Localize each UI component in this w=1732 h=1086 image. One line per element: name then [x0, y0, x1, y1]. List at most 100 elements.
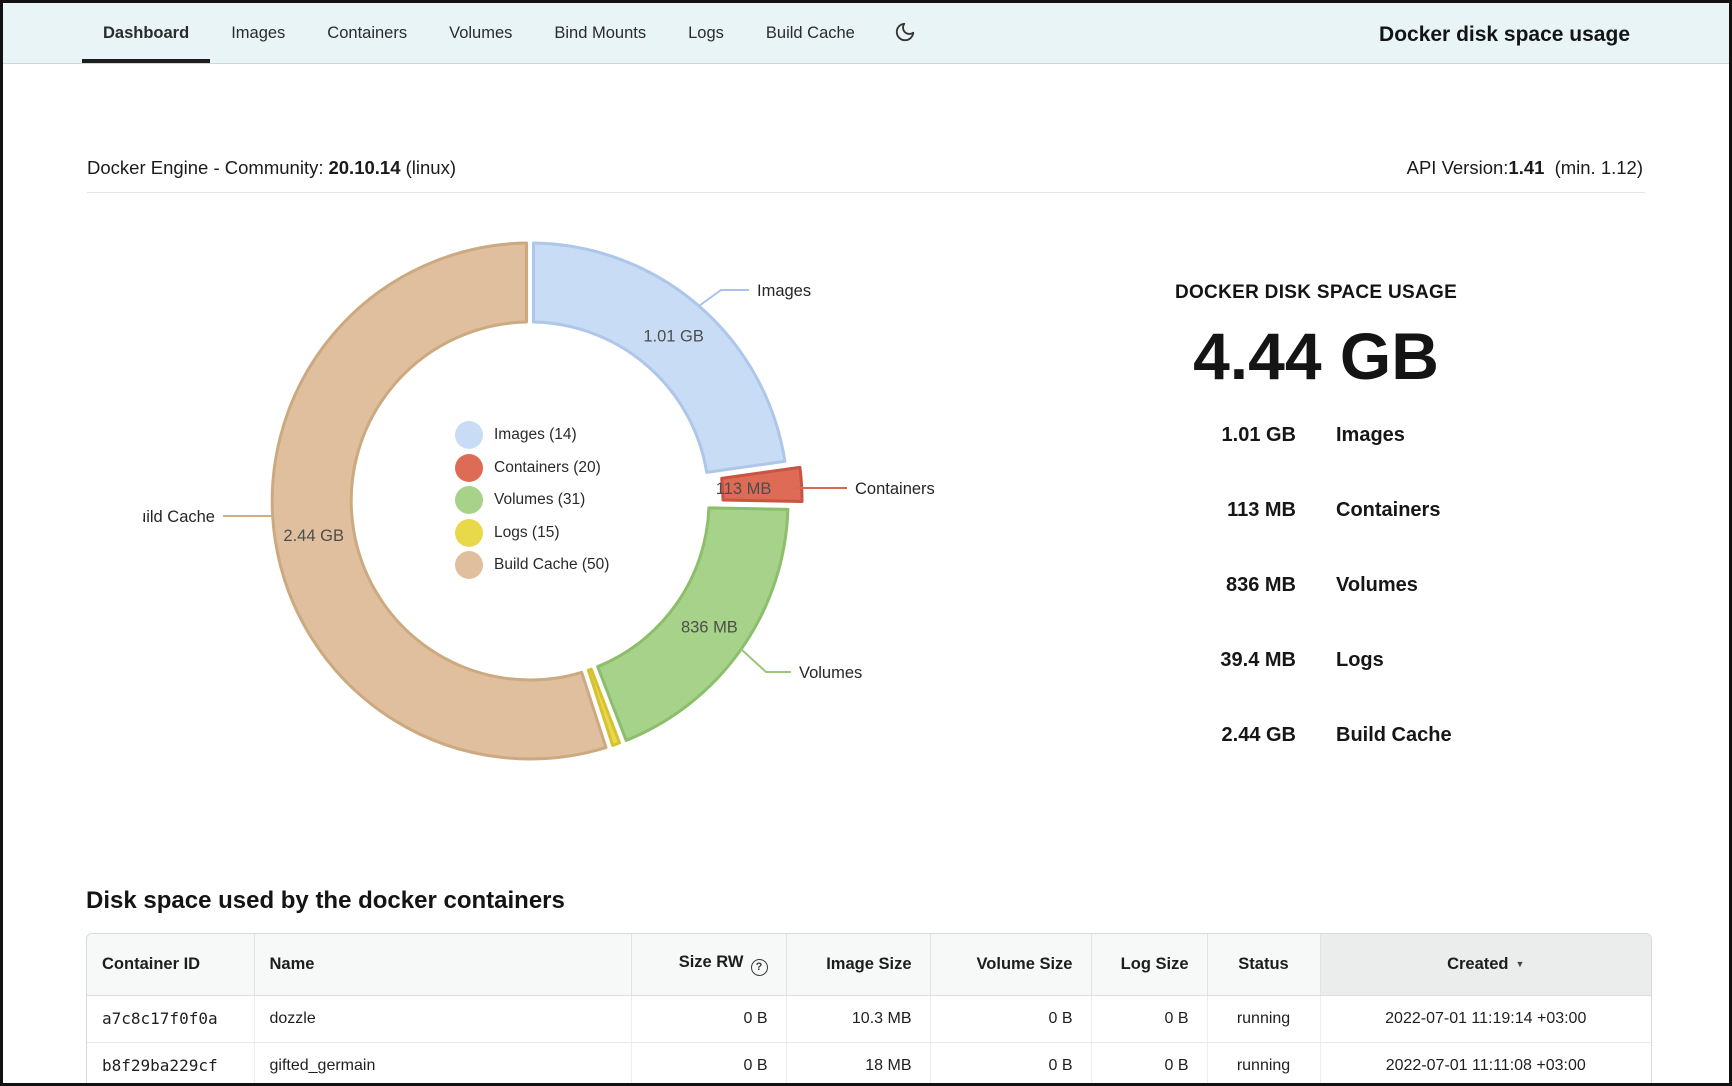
- theme-toggle-button[interactable]: [894, 3, 916, 63]
- slice-size-label-volumes: 836 MB: [681, 618, 738, 636]
- column-header-log-size[interactable]: Log Size: [1091, 934, 1207, 995]
- column-header-label: Size RW: [679, 953, 744, 971]
- slice-size-label-build-cache: 2.44 GB: [283, 527, 344, 545]
- callout-line-images: [699, 290, 749, 306]
- legend-label: Containers (20): [494, 459, 601, 477]
- callout-label-volumes: Volumes: [799, 664, 862, 682]
- api-min: (min. 1.12): [1555, 157, 1643, 178]
- summary-label: Images: [1336, 424, 1541, 447]
- tab-logs[interactable]: Logs: [667, 3, 745, 63]
- cell-volume-size: 0 B: [930, 995, 1091, 1042]
- tab-bind-mounts[interactable]: Bind Mounts: [533, 3, 667, 63]
- summary-row-containers: 113 MB Containers: [1091, 473, 1541, 548]
- slice-size-label-containers: 113 MB: [716, 480, 772, 498]
- summary-value: 836 MB: [1091, 574, 1296, 597]
- summary-label: Logs: [1336, 649, 1541, 672]
- legend-swatch: [455, 519, 483, 547]
- cell-container-id: b8f29ba229cf: [87, 1042, 254, 1086]
- tab-dashboard[interactable]: Dashboard: [82, 3, 210, 63]
- total-disk-usage: 4.44 GB: [1091, 317, 1541, 395]
- summary-breakdown: 1.01 GB Images 113 MB Containers 836 MB Volum…: [1091, 398, 1541, 773]
- engine-version: 20.10.14: [328, 157, 400, 178]
- tab-build-cache[interactable]: Build Cache: [745, 3, 876, 63]
- api-label: API Version:: [1407, 157, 1509, 178]
- tab-containers[interactable]: Containers: [306, 3, 428, 63]
- summary-row-logs: 39.4 MB Logs: [1091, 623, 1541, 698]
- column-header-label: Image Size: [826, 955, 911, 973]
- summary-value: 113 MB: [1091, 499, 1296, 522]
- tab-volumes[interactable]: Volumes: [428, 3, 533, 63]
- legend-label: Volumes (31): [494, 491, 585, 509]
- column-header-volume-size[interactable]: Volume Size: [930, 934, 1091, 995]
- cell-size-rw: 0 B: [631, 995, 786, 1042]
- summary-row-volumes: 836 MB Volumes: [1091, 548, 1541, 623]
- summary-value: 2.44 GB: [1091, 724, 1296, 747]
- engine-info-bar: Docker Engine - Community:20.10.14 (linu…: [87, 145, 1643, 191]
- cell-status: running: [1207, 995, 1320, 1042]
- nav-tabs: DashboardImagesContainersVolumesBind Mou…: [82, 3, 876, 63]
- divider: [87, 192, 1645, 193]
- legend-label: Build Cache (50): [494, 556, 609, 574]
- legend-item-volumes: Volumes (31): [455, 484, 609, 517]
- column-header-label: Log Size: [1121, 955, 1189, 973]
- column-header-name[interactable]: Name: [254, 934, 631, 995]
- moon-icon: [894, 21, 916, 48]
- column-header-created[interactable]: Created▼: [1320, 934, 1651, 995]
- engine-version-text: Docker Engine - Community:20.10.14 (linu…: [87, 157, 461, 179]
- summary-label: Build Cache: [1336, 724, 1541, 747]
- app-window: DashboardImagesContainersVolumesBind Mou…: [0, 0, 1732, 1086]
- column-header-container-id[interactable]: Container ID: [87, 934, 254, 995]
- cell-name: dozzle: [254, 995, 631, 1042]
- api-version: 1.41: [1508, 157, 1544, 178]
- summary-value: 39.4 MB: [1091, 649, 1296, 672]
- column-header-label: Container ID: [102, 955, 200, 973]
- legend-item-build-cache: Build Cache (50): [455, 549, 609, 582]
- legend-swatch: [455, 454, 483, 482]
- cell-created: 2022-07-01 11:19:14 +03:00: [1320, 995, 1651, 1042]
- cell-container-id: a7c8c17f0f0a: [87, 995, 254, 1042]
- table-row: a7c8c17f0f0adozzle0 B10.3 MB0 B0 Brunnin…: [87, 995, 1651, 1042]
- cell-status: running: [1207, 1042, 1320, 1086]
- legend-label: Images (14): [494, 426, 577, 444]
- callout-label-images: Images: [757, 282, 811, 300]
- cell-volume-size: 0 B: [930, 1042, 1091, 1086]
- column-header-label: Volume Size: [977, 955, 1073, 973]
- summary-heading: DOCKER DISK SPACE USAGE: [1091, 282, 1541, 304]
- summary-value: 1.01 GB: [1091, 424, 1296, 447]
- legend-item-containers: Containers (20): [455, 452, 609, 485]
- table-row: b8f29ba229cfgifted_germain0 B18 MB0 B0 B…: [87, 1042, 1651, 1086]
- summary-label: Containers: [1336, 499, 1541, 522]
- callout-label-containers: Containers: [855, 480, 935, 498]
- cell-name: gifted_germain: [254, 1042, 631, 1086]
- callout-label-build-cache: Build Cache: [143, 508, 215, 526]
- summary-row-build-cache: 2.44 GB Build Cache: [1091, 698, 1541, 773]
- engine-name: Docker Engine - Community:: [87, 157, 323, 178]
- cell-size-rw: 0 B: [631, 1042, 786, 1086]
- callout-line-volumes: [741, 649, 791, 672]
- legend-item-logs: Logs (15): [455, 517, 609, 550]
- legend-swatch: [455, 486, 483, 514]
- summary-row-images: 1.01 GB Images: [1091, 398, 1541, 473]
- column-header-status[interactable]: Status: [1207, 934, 1320, 995]
- column-header-size-rw[interactable]: Size RW?: [631, 934, 786, 995]
- help-icon[interactable]: ?: [751, 959, 768, 976]
- cell-log-size: 0 B: [1091, 1042, 1207, 1086]
- cell-image-size: 18 MB: [786, 1042, 930, 1086]
- legend-swatch: [455, 551, 483, 579]
- cell-created: 2022-07-01 11:11:08 +03:00: [1320, 1042, 1651, 1086]
- tab-images[interactable]: Images: [210, 3, 306, 63]
- cell-image-size: 10.3 MB: [786, 995, 930, 1042]
- page-title: Docker disk space usage: [1379, 3, 1729, 63]
- column-header-image-size[interactable]: Image Size: [786, 934, 930, 995]
- api-version-text: API Version:1.41 (min. 1.12): [1402, 157, 1643, 179]
- containers-table: Container ID Name Size RW? Image Size Volume…: [86, 933, 1652, 1086]
- summary-label: Volumes: [1336, 574, 1541, 597]
- legend-item-images: Images (14): [455, 419, 609, 452]
- chart-legend: Images (14) Containers (20) Volumes (31) Lo…: [455, 419, 609, 582]
- legend-swatch: [455, 421, 483, 449]
- column-header-label: Name: [270, 955, 315, 973]
- sort-descending-icon: ▼: [1516, 959, 1525, 969]
- containers-section-heading: Disk space used by the docker containers: [86, 887, 565, 915]
- column-header-label: Status: [1238, 955, 1288, 973]
- legend-label: Logs (15): [494, 524, 559, 542]
